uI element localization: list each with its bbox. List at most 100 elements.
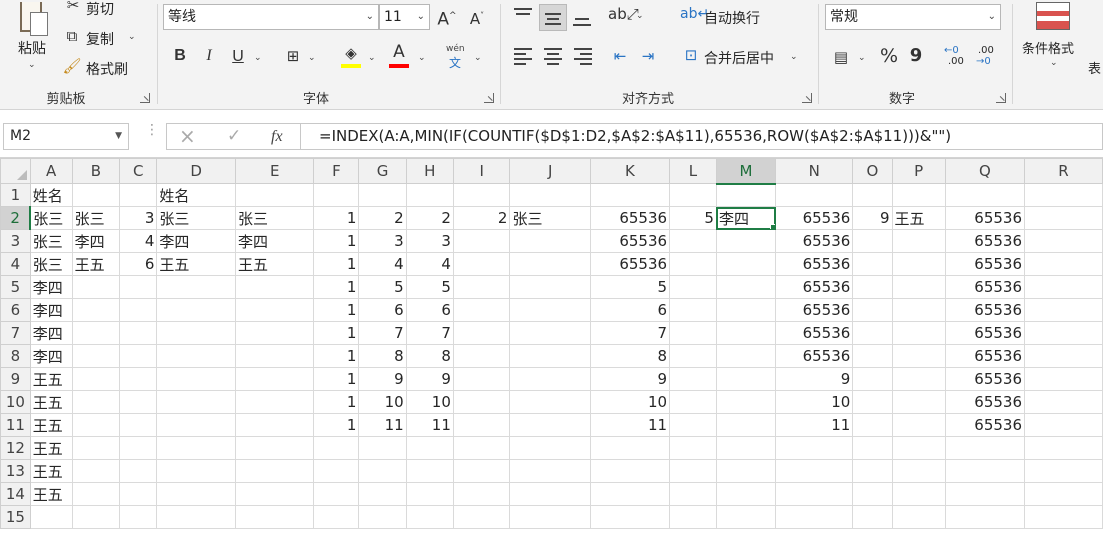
cell-g5[interactable]: 5 [358, 275, 407, 299]
cell-p14[interactable] [891, 482, 946, 506]
cell-k13[interactable] [589, 459, 671, 483]
cell-e7[interactable] [234, 321, 315, 345]
cell-k1[interactable] [589, 183, 671, 207]
cell-q14[interactable] [944, 482, 1026, 506]
select-all-corner[interactable] [0, 158, 31, 184]
cell-g2[interactable]: 2 [358, 206, 407, 230]
cell-r13[interactable] [1024, 459, 1103, 483]
cell-b3[interactable]: 李四 [71, 229, 121, 253]
cell-h11[interactable]: 11 [405, 413, 454, 437]
cell-p1[interactable] [891, 183, 946, 207]
cell-g1[interactable] [358, 183, 407, 207]
cell-r3[interactable] [1024, 229, 1103, 253]
cell-o15[interactable] [852, 505, 893, 529]
cell-f13[interactable] [313, 459, 360, 483]
column-header-a[interactable]: A [29, 158, 73, 184]
paste-button[interactable]: 粘贴 ⌄ [10, 0, 56, 80]
cell-r15[interactable] [1024, 505, 1103, 529]
cell-e10[interactable] [234, 390, 315, 414]
cell-j9[interactable] [509, 367, 591, 391]
cell-d4[interactable]: 王五 [156, 252, 236, 276]
chevron-down-icon[interactable]: ⌄ [474, 53, 482, 63]
cell-g12[interactable] [358, 436, 407, 460]
cell-c12[interactable] [119, 436, 158, 460]
cell-b4[interactable]: 王五 [71, 252, 121, 276]
cell-n15[interactable] [775, 505, 854, 529]
cell-j1[interactable] [509, 183, 591, 207]
accounting-format-icon[interactable]: ▤ [830, 46, 852, 70]
cell-e14[interactable] [234, 482, 315, 506]
border-icon[interactable]: ⊞ [282, 45, 304, 69]
cell-n4[interactable]: 65536 [775, 252, 854, 276]
column-header-i[interactable]: I [452, 158, 511, 184]
cell-c15[interactable] [119, 505, 158, 529]
cell-l12[interactable] [669, 436, 717, 460]
cell-q7[interactable]: 65536 [944, 321, 1026, 345]
column-header-b[interactable]: B [71, 158, 121, 184]
cell-f11[interactable]: 1 [313, 413, 360, 437]
cell-h10[interactable]: 10 [405, 390, 454, 414]
column-header-c[interactable]: C [119, 158, 158, 184]
column-header-f[interactable]: F [313, 158, 360, 184]
cell-l4[interactable] [669, 252, 717, 276]
cell-h6[interactable]: 6 [405, 298, 454, 322]
cell-o14[interactable] [852, 482, 893, 506]
cell-o13[interactable] [852, 459, 893, 483]
cell-k3[interactable]: 65536 [589, 229, 671, 253]
column-header-e[interactable]: E [234, 158, 315, 184]
cell-n1[interactable] [775, 183, 854, 207]
cell-c5[interactable] [119, 275, 158, 299]
cell-f14[interactable] [313, 482, 360, 506]
column-header-n[interactable]: N [775, 158, 854, 184]
cell-l13[interactable] [669, 459, 717, 483]
chevron-down-icon[interactable]: ⌄ [858, 53, 866, 63]
cell-o12[interactable] [852, 436, 893, 460]
cell-f4[interactable]: 1 [313, 252, 360, 276]
cell-j13[interactable] [509, 459, 591, 483]
cell-h3[interactable]: 3 [405, 229, 454, 253]
cell-e12[interactable] [234, 436, 315, 460]
cell-d13[interactable] [156, 459, 236, 483]
cell-p4[interactable] [891, 252, 946, 276]
cell-p13[interactable] [891, 459, 946, 483]
underline-button[interactable]: U [228, 45, 248, 69]
cell-e11[interactable] [234, 413, 315, 437]
cell-a15[interactable] [29, 505, 73, 529]
cell-r4[interactable] [1024, 252, 1103, 276]
cell-j5[interactable] [509, 275, 591, 299]
cell-b1[interactable] [71, 183, 121, 207]
cell-d11[interactable] [156, 413, 236, 437]
cell-d7[interactable] [156, 321, 236, 345]
cell-b15[interactable] [71, 505, 121, 529]
formula-input[interactable]: =INDEX(A:A,MIN(IF(COUNTIF($D$1:D2,$A$2:$… [300, 123, 1103, 150]
cell-r10[interactable] [1024, 390, 1103, 414]
cell-f8[interactable]: 1 [313, 344, 360, 368]
cell-b7[interactable] [71, 321, 121, 345]
cell-j15[interactable] [509, 505, 591, 529]
cell-d5[interactable] [156, 275, 236, 299]
cell-o9[interactable] [852, 367, 893, 391]
cell-m4[interactable] [715, 252, 777, 276]
cell-n12[interactable] [775, 436, 854, 460]
cell-l9[interactable] [669, 367, 717, 391]
cell-b14[interactable] [71, 482, 121, 506]
cell-m8[interactable] [715, 344, 777, 368]
column-header-r[interactable]: R [1024, 158, 1103, 184]
align-middle-button[interactable] [539, 4, 567, 31]
cell-d3[interactable]: 李四 [156, 229, 236, 253]
bold-button[interactable]: B [170, 45, 190, 69]
column-header-p[interactable]: P [891, 158, 946, 184]
cell-l3[interactable] [669, 229, 717, 253]
cell-p5[interactable] [891, 275, 946, 299]
cell-a11[interactable]: 王五 [29, 413, 73, 437]
cell-i7[interactable] [452, 321, 511, 345]
comma-button[interactable]: 9 [908, 45, 924, 69]
dialog-launcher-icon[interactable] [140, 93, 150, 103]
column-header-g[interactable]: G [358, 158, 407, 184]
cell-k4[interactable]: 65536 [589, 252, 671, 276]
cell-n5[interactable]: 65536 [775, 275, 854, 299]
align-center-button[interactable] [542, 46, 564, 68]
row-header-15[interactable]: 15 [0, 505, 31, 529]
align-top-button[interactable] [512, 6, 534, 28]
decrease-decimal-button[interactable]: .00 →0 [976, 45, 1002, 71]
